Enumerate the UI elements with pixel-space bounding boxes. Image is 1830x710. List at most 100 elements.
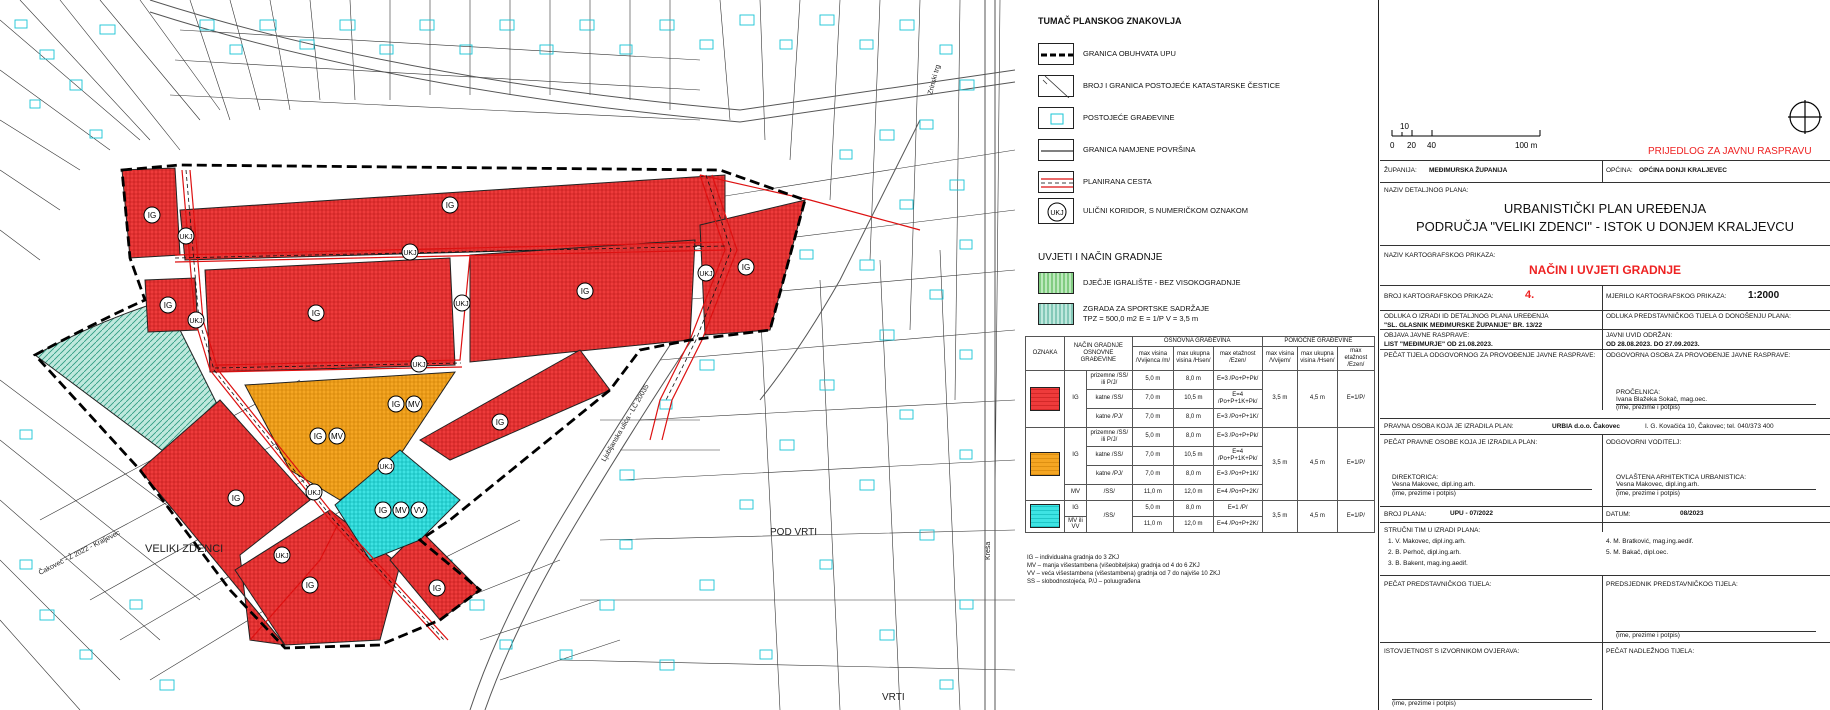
marker-ukj: UKJ xyxy=(177,227,195,245)
seal-label: PEČAT TIJELA ODGOVORNOG ZA PROVOĐENJE JA… xyxy=(1384,352,1596,359)
direktorica-label: DIREKTORICA: xyxy=(1392,474,1439,481)
team-member: 1. V. Makovec, dipl.ing.arh. xyxy=(1388,538,1466,545)
team-member: 5. M. Bakač, dipl.oec. xyxy=(1606,549,1669,556)
th-sub: max etažnost /Ezen/ xyxy=(1212,345,1263,371)
zupanija-label: ŽUPANIJA: xyxy=(1384,167,1417,174)
svg-text:UKJ: UKJ xyxy=(379,464,392,471)
svg-text:IG: IG xyxy=(496,418,504,427)
procelnica-name: Ivana Blažeka Sokač, mag.oec. xyxy=(1616,396,1708,403)
svg-text:UKJ: UKJ xyxy=(307,490,320,497)
marker-ig: IG xyxy=(441,196,459,214)
scale-value: 1:2000 xyxy=(1748,290,1780,301)
north-arrow-icon xyxy=(1788,100,1822,134)
marker-mv: MV xyxy=(328,427,346,445)
legend-label: DJEČJE IGRALIŠTE - BEZ VISOKOGRADNJE xyxy=(1083,278,1241,287)
svg-text:IG: IG xyxy=(392,400,400,409)
swatch-buildings xyxy=(1038,107,1074,129)
svg-text:IG: IG xyxy=(379,506,387,515)
table-code: IG xyxy=(1064,369,1087,428)
legend-label: ULIČNI KORIDOR, S NUMERIČKOM OZNAKOM xyxy=(1083,206,1249,215)
team-member: 4. M. Bratković, mag.ing.aedif. xyxy=(1606,538,1694,545)
direktorica-name: Vesna Makovec, dipl.ing.arh. xyxy=(1392,481,1476,488)
maker-label: PRAVNA OSOBA KOJA JE IZRADILA PLAN: xyxy=(1384,423,1514,430)
legend-item-ukj: UKJ ULIČNI KORIDOR, S NUMERIČKOM OZNAKOM xyxy=(1038,198,1368,224)
road-label: Ljubljanska ulica - LC 20035 xyxy=(601,383,651,463)
svg-text:20: 20 xyxy=(1407,141,1416,150)
marker-ig: IG xyxy=(143,206,161,224)
marker-ig: IG xyxy=(374,501,392,519)
decision-label: ODLUKA O IZRADI ID DETALJNOG PLANA UREĐE… xyxy=(1384,313,1549,320)
marker-vv: VV xyxy=(410,501,428,519)
marker-ig: IG xyxy=(576,282,594,300)
map-canvas: IG IG IG IG IG IG IG IG IG IG IG MV IG M… xyxy=(0,0,1015,710)
svg-text:40: 40 xyxy=(1427,141,1436,150)
plan-name-label: NAZIV DETALJNOG PLANA: xyxy=(1384,187,1469,194)
table-code: MV xyxy=(1064,483,1087,501)
swatch-ig-red xyxy=(1025,369,1065,428)
super-seal-label: PEČAT NADLEŽNOG TIJELA: xyxy=(1606,648,1695,655)
svg-text:IG: IG xyxy=(314,432,322,441)
svg-text:UKJ: UKJ xyxy=(412,362,425,369)
th-sub: max etažnost /Ezen/ xyxy=(1336,345,1376,371)
decision2-label: ODLUKA PREDSTAVNIČKOG TIJELA O DONOŠENJU… xyxy=(1606,313,1791,320)
date-label: DATUM: xyxy=(1606,511,1631,518)
marker-ig: IG xyxy=(307,304,325,322)
sign-hint: (ime, prezime i potpis) xyxy=(1616,632,1680,639)
swatch-orange xyxy=(1025,426,1065,501)
svg-text:IG: IG xyxy=(433,584,441,593)
th-sub: max visina /Vvijem/ xyxy=(1261,345,1299,371)
svg-text:IG: IG xyxy=(148,211,156,220)
map-name: NAČIN I UVJETI GRADNJE xyxy=(1528,263,1682,277)
council-pres-label: PREDSJEDNIK PREDSTAVNIČKOG TIJELA: xyxy=(1606,581,1738,588)
table-footnotes: IG – individualna gradnja do 3 ZKJ MV – … xyxy=(1027,555,1221,585)
architect-name: Vesna Makovec, dipl.ing.arh. xyxy=(1616,481,1700,488)
legend-item-parcel: BROJ I GRANICA POSTOJEĆE KATASTARSKE ČES… xyxy=(1038,75,1368,99)
marker-ig: IG xyxy=(428,579,446,597)
marker-ukj: UKJ xyxy=(187,311,205,329)
svg-text:MV: MV xyxy=(408,400,421,409)
conditions-table: OZNAKA NAČIN GRADNJE OSNOVNE GRAĐEVINE O… xyxy=(1025,336,1376,534)
marker-ig: IG xyxy=(159,296,177,314)
marker-ig: IG xyxy=(309,427,327,445)
legend-label: GRANICA NAMJENE POVRŠINA xyxy=(1083,145,1196,154)
place-label: VRTI xyxy=(882,692,905,703)
svg-text:UKJ: UKJ xyxy=(699,271,712,278)
marker-ukj: UKJ xyxy=(410,355,428,373)
scale-label: MJERILO KARTOGRAFSKOG PRIKAZA: xyxy=(1606,293,1727,300)
opcina-value: OPĆINA DONJI KRALJEVEC xyxy=(1639,167,1727,174)
legend-label: ZGRADA ZA SPORTSKE SADRŽAJE xyxy=(1083,304,1210,313)
svg-text:UKJ: UKJ xyxy=(189,318,202,325)
swatch-planned-road xyxy=(1038,171,1074,193)
date-value: 08/2023 xyxy=(1680,510,1704,517)
map-no: 4. xyxy=(1525,289,1535,301)
procelnica-label: PROČELNICA: xyxy=(1616,389,1661,396)
table-code: IG xyxy=(1064,426,1087,485)
plan-map[interactable]: IG IG IG IG IG IG IG IG IG IG IG MV IG M… xyxy=(0,0,1016,710)
svg-text:UKJ: UKJ xyxy=(455,301,468,308)
svg-text:100 m: 100 m xyxy=(1515,141,1538,150)
svg-text:UKJ: UKJ xyxy=(179,234,192,241)
title-block: 10 0 20 40 100 m PRIJEDLOG ZA JAVNU RASP… xyxy=(1380,0,1830,710)
legend-label: BROJ I GRANICA POSTOJEĆE KATASTARSKE ČES… xyxy=(1083,81,1280,90)
marker-ukj: UKJ xyxy=(697,264,715,282)
legend-item-landuse: GRANICA NAMJENE POVRŠINA xyxy=(1038,139,1368,161)
svg-text:UKJ: UKJ xyxy=(275,553,288,560)
maker-value: URBIA d.o.o. Čakovec xyxy=(1552,423,1621,430)
marker-ukj: UKJ xyxy=(273,546,291,564)
legend-label: PLANIRANA CESTA xyxy=(1083,177,1152,186)
road-label: Zrinski trg xyxy=(927,64,942,96)
swatch-ukj: UKJ xyxy=(1038,198,1074,224)
legend-item-scope: GRANICA OBUHVATA UPU xyxy=(1038,43,1368,65)
svg-text:VV: VV xyxy=(414,506,425,515)
svg-text:UKJ: UKJ xyxy=(403,250,416,257)
svg-text:MV: MV xyxy=(395,506,408,515)
svg-text:IG: IG xyxy=(446,201,454,210)
th-sub: max ukupna visina /Hsen/ xyxy=(1173,345,1214,371)
road-label: Kreša xyxy=(985,542,992,560)
zones-ig-red[interactable] xyxy=(121,167,806,646)
svg-text:IG: IG xyxy=(742,263,750,272)
maker-address: I. G. Kovačića 10, Čakovec; tel. 040/373… xyxy=(1645,423,1774,430)
svg-text:IG: IG xyxy=(581,287,589,296)
swatch-cyan xyxy=(1025,499,1065,534)
marker-mv: MV xyxy=(392,501,410,519)
